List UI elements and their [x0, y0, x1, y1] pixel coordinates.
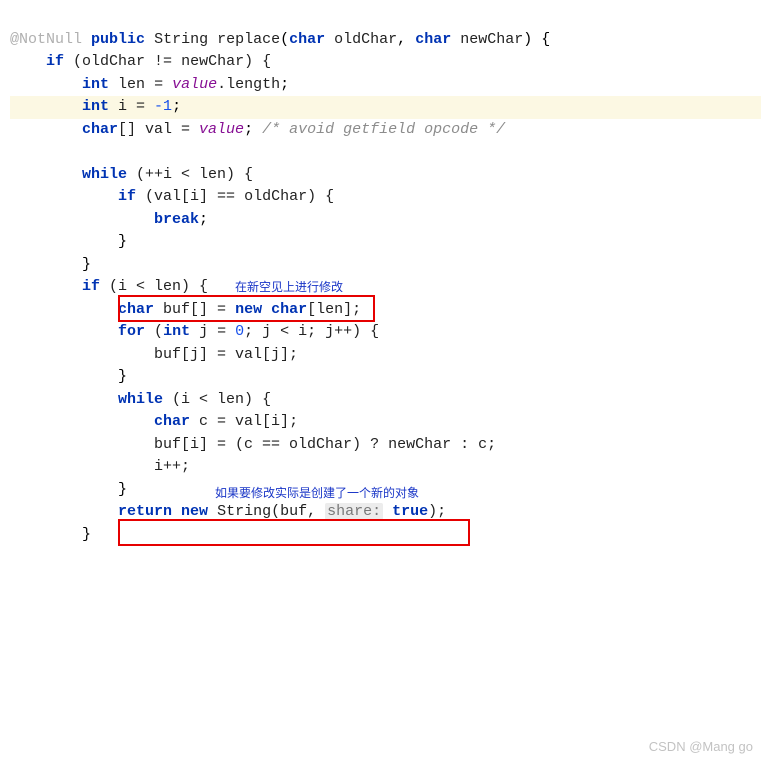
kw-char: char [118, 301, 154, 318]
value-field: value [199, 121, 244, 138]
buf-decl: buf[] = [154, 301, 235, 318]
kw-while: while [118, 391, 163, 408]
if-cond-2: (val[i] == oldChar) { [136, 188, 334, 205]
if-cond-3: (i < len) { [100, 278, 208, 295]
param-name-2: newChar [460, 31, 523, 48]
kw-if: if [118, 188, 136, 205]
kw-new: new [172, 503, 208, 520]
highlighted-line: int i = -1; [10, 96, 761, 119]
value-field: value [172, 76, 217, 93]
kw-while: while [82, 166, 127, 183]
code-block: @NotNull public String replace ( char oldC… [0, 0, 771, 761]
while-cond-1: (++i < len) { [127, 166, 253, 183]
ret-type: String(buf, [208, 503, 325, 520]
num-zero: 0 [235, 323, 244, 340]
for-jdecl: j = [190, 323, 235, 340]
i-inc: i++; [154, 458, 190, 475]
kw-char: char [82, 121, 118, 138]
watermark-text: CSDN @Mang go [649, 737, 753, 757]
len-name: len [118, 76, 145, 93]
kw-if: if [46, 53, 64, 70]
for-cond: ; j < i; j++) { [244, 323, 379, 340]
kw-public: public [91, 31, 145, 48]
comment-getfield: /* avoid getfield opcode */ [262, 121, 505, 138]
num-neg1: -1 [154, 98, 172, 115]
kw-for: for [118, 323, 145, 340]
param-type-2: char [415, 31, 451, 48]
kw-true: true [383, 503, 428, 520]
annotation-note-bottom: 如果要修改实际是创建了一个新的对象 [215, 484, 419, 502]
while-cond-2: (i < len) { [163, 391, 271, 408]
kw-return: return [118, 503, 172, 520]
for-open: ( [145, 323, 163, 340]
param-name-1: oldChar [334, 31, 397, 48]
for-body: buf[j] = val[j]; [154, 346, 298, 363]
assign-op: = [145, 76, 172, 93]
code-content: @NotNull public String replace ( char oldC… [10, 29, 761, 547]
length-access: .length [217, 76, 280, 93]
ret-close: ); [428, 503, 446, 520]
if-cond-1: (oldChar != newChar) { [73, 53, 271, 70]
annotation: @NotNull [10, 31, 82, 48]
param-hint-share: share: [325, 503, 383, 520]
kw-new: new [235, 301, 262, 318]
c-decl: c = val[i]; [190, 413, 298, 430]
i-decl: i = [109, 98, 154, 115]
kw-int: int [163, 323, 190, 340]
param-type-1: char [289, 31, 325, 48]
kw-int: int [82, 76, 109, 93]
kw-if: if [82, 278, 100, 295]
kw-char: char [154, 413, 190, 430]
buf-assign: buf[i] = (c == oldChar) ? newChar : c; [154, 436, 496, 453]
kw-int: int [82, 98, 109, 115]
val-decl: [] val = [118, 121, 199, 138]
annotation-note-top: 在新空见上进行修改 [235, 278, 343, 296]
method-name: replace [217, 31, 280, 48]
buf-type: char [262, 301, 307, 318]
kw-break: break [154, 211, 199, 228]
return-type: String [154, 31, 208, 48]
buf-len: [len]; [307, 301, 361, 318]
